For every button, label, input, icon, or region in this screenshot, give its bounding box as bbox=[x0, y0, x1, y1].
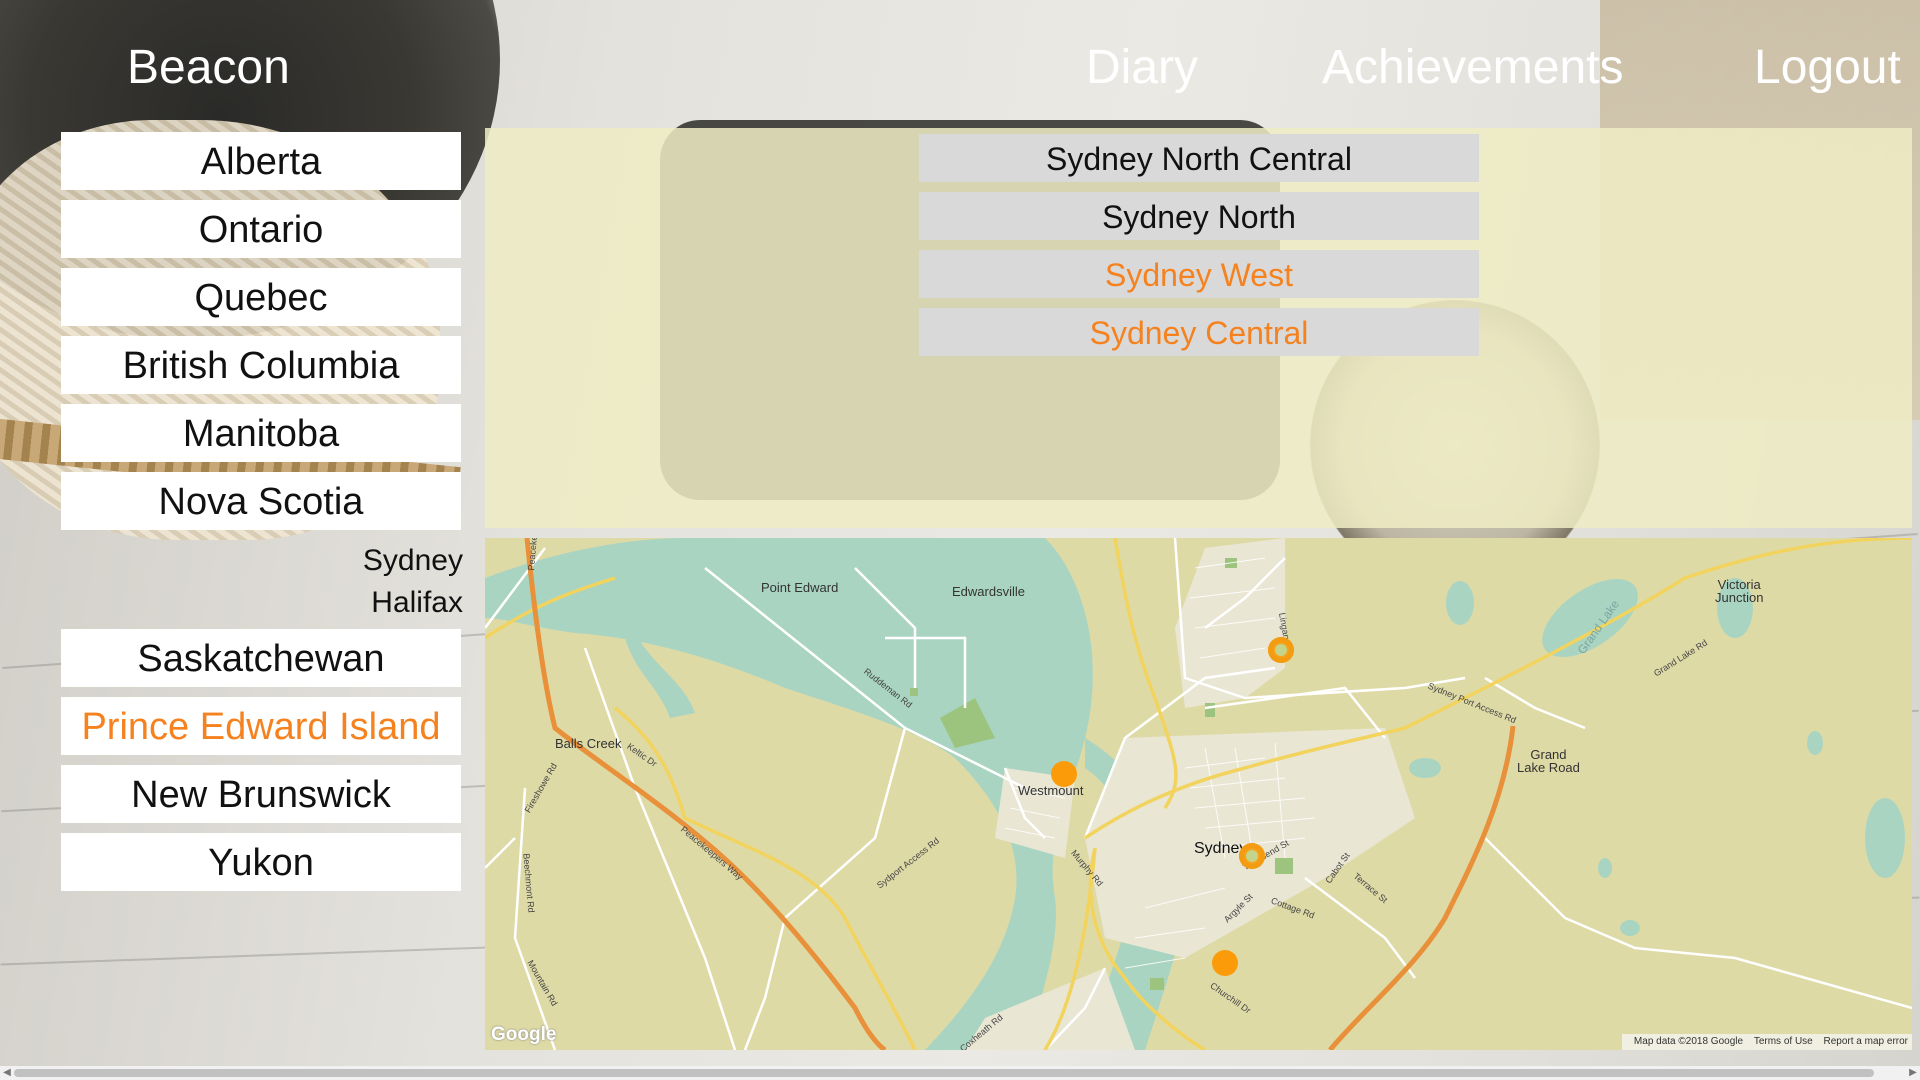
terms-of-use-link[interactable]: Terms of Use bbox=[1754, 1036, 1813, 1047]
google-logo: Google bbox=[491, 1024, 557, 1045]
map-canvas bbox=[485, 538, 1912, 1050]
map-marker-sydney-north[interactable] bbox=[1239, 843, 1265, 869]
city-halifax-link[interactable]: Halifax bbox=[61, 582, 463, 624]
map-marker-sydney-north-central[interactable] bbox=[1268, 637, 1294, 663]
province-prince-edward-island-button[interactable]: Prince Edward Island bbox=[61, 697, 461, 755]
province-new-brunswick-button[interactable]: New Brunswick bbox=[61, 765, 461, 823]
area-panel: Sydney North Central Sydney North Sydney… bbox=[485, 128, 1912, 528]
map-marker-sydney-central[interactable] bbox=[1212, 950, 1238, 976]
area-sydney-west-button[interactable]: Sydney West bbox=[919, 250, 1479, 298]
province-alberta-button[interactable]: Alberta bbox=[61, 132, 461, 190]
report-map-error-link[interactable]: Report a map error bbox=[1824, 1036, 1908, 1047]
area-sydney-north-central-button[interactable]: Sydney North Central bbox=[919, 134, 1479, 182]
brand-logo[interactable]: Beacon bbox=[127, 40, 290, 95]
area-sydney-north-button[interactable]: Sydney North bbox=[919, 192, 1479, 240]
map-marker-sydney-west[interactable] bbox=[1051, 761, 1077, 787]
province-ontario-button[interactable]: Ontario bbox=[61, 200, 461, 258]
place-westmount-label: Westmount bbox=[1018, 783, 1084, 798]
map-data-text: Map data ©2018 Google bbox=[1633, 1036, 1744, 1047]
place-balls-creek-label: Balls Creek bbox=[555, 736, 622, 751]
province-list: Alberta Ontario Quebec British Columbia … bbox=[61, 132, 463, 901]
province-yukon-button[interactable]: Yukon bbox=[61, 833, 461, 891]
province-manitoba-button[interactable]: Manitoba bbox=[61, 404, 461, 462]
nav-achievements-link[interactable]: Achievements bbox=[1322, 40, 1623, 95]
place-point-edward-label: Point Edward bbox=[761, 580, 839, 595]
province-saskatchewan-button[interactable]: Saskatchewan bbox=[61, 629, 461, 687]
place-grand-lake-road-label: Grand Lake Road bbox=[1517, 747, 1580, 775]
nova-scotia-city-list: Sydney Halifax bbox=[61, 540, 463, 624]
place-edwardsville-label: Edwardsville bbox=[952, 584, 1025, 599]
map-view[interactable]: Point Edward Edwardsville Victoria Junct… bbox=[485, 538, 1912, 1050]
province-quebec-button[interactable]: Quebec bbox=[61, 268, 461, 326]
map-attribution-bar: Map data ©2018 Google Terms of Use Repor… bbox=[1621, 1034, 1912, 1050]
scroll-left-arrow-icon[interactable]: ◀ bbox=[0, 1066, 14, 1080]
horizontal-scrollbar[interactable]: ◀ ▶ bbox=[0, 1066, 1920, 1080]
place-victoria-junction-label: Victoria Junction bbox=[1715, 577, 1764, 605]
area-sydney-central-button[interactable]: Sydney Central bbox=[919, 308, 1479, 356]
nav-logout-link[interactable]: Logout bbox=[1754, 40, 1901, 95]
top-header: Beacon Diary Achievements Logout bbox=[0, 0, 1920, 130]
province-british-columbia-button[interactable]: British Columbia bbox=[61, 336, 461, 394]
province-nova-scotia-button[interactable]: Nova Scotia bbox=[61, 472, 461, 530]
scrollbar-thumb[interactable] bbox=[14, 1069, 1874, 1077]
area-list: Sydney North Central Sydney North Sydney… bbox=[919, 134, 1479, 366]
nav-diary-link[interactable]: Diary bbox=[1086, 40, 1198, 95]
city-sydney-link[interactable]: Sydney bbox=[61, 540, 463, 582]
scroll-right-arrow-icon[interactable]: ▶ bbox=[1906, 1066, 1920, 1080]
